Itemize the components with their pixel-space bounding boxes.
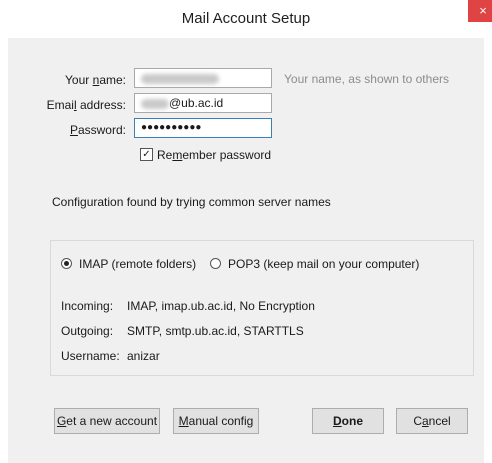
done-button[interactable]: Done bbox=[312, 408, 384, 434]
password-label: Password: bbox=[6, 123, 126, 137]
password-field[interactable]: ●●●●●●●●●● bbox=[134, 118, 272, 138]
remember-label-text: Re bbox=[157, 148, 173, 162]
get-new-account-accesskey: G bbox=[56, 414, 67, 428]
imap-radio-label[interactable]: IMAP (remote folders) bbox=[79, 257, 196, 271]
close-button[interactable]: × bbox=[468, 0, 492, 22]
done-accesskey: D bbox=[332, 414, 342, 428]
pop3-radio-label[interactable]: POP3 (keep mail on your computer) bbox=[228, 257, 419, 271]
redacted-name bbox=[141, 73, 219, 84]
password-label-text: assword: bbox=[77, 123, 126, 137]
cancel-label: C bbox=[413, 414, 422, 428]
incoming-value: IMAP, imap.ub.ac.id, No Encryption bbox=[127, 299, 315, 313]
email-field[interactable]: @ub.ac.id bbox=[134, 93, 272, 113]
outgoing-value: SMTP, smtp.ub.ac.id, STARTTLS bbox=[127, 324, 304, 338]
name-hint: Your name, as shown to others bbox=[284, 72, 449, 86]
name-label-text-rest: ame: bbox=[99, 73, 126, 87]
email-label: Email address: bbox=[6, 98, 126, 112]
manual-config-accesskey: M bbox=[178, 414, 189, 428]
window-border-right bbox=[484, 38, 492, 463]
name-label: Your name: bbox=[6, 73, 126, 87]
redacted-email-user bbox=[141, 98, 169, 109]
remember-password-label[interactable]: Remember password bbox=[157, 148, 271, 162]
password-label-accesskey: P bbox=[69, 123, 78, 137]
outgoing-label: Outgoing: bbox=[61, 324, 114, 338]
email-label-text-rest: address: bbox=[76, 98, 126, 112]
incoming-label: Incoming: bbox=[61, 299, 114, 313]
window-title: Mail Account Setup bbox=[181, 10, 311, 27]
cancel-accesskey: a bbox=[421, 414, 429, 428]
name-field[interactable] bbox=[134, 68, 272, 88]
email-value: @ub.ac.id bbox=[169, 96, 224, 110]
remember-label-text-rest: ember password bbox=[182, 148, 272, 162]
mail-account-setup-dialog: Mail Account Setup × Your name: Your nam… bbox=[0, 0, 492, 463]
configuration-status-message: Configuration found by trying common ser… bbox=[52, 195, 331, 209]
title-bar: Mail Account Setup × bbox=[0, 0, 492, 38]
get-new-account-button[interactable]: Get a new account bbox=[54, 408, 160, 434]
manual-config-button[interactable]: Manual config bbox=[173, 408, 259, 434]
name-label-text: Your bbox=[65, 73, 93, 87]
username-label: Username: bbox=[61, 349, 120, 363]
imap-radio[interactable] bbox=[61, 258, 72, 269]
remember-password-checkbox[interactable]: ✓ bbox=[140, 148, 153, 161]
cancel-button[interactable]: Cancel bbox=[396, 408, 468, 434]
username-value: anizar bbox=[127, 349, 160, 363]
manual-config-label: anual config bbox=[188, 414, 254, 428]
email-label-text: Emai bbox=[46, 98, 74, 112]
pop3-radio[interactable] bbox=[210, 258, 221, 269]
remember-label-accesskey: m bbox=[172, 148, 183, 162]
cancel-label-rest: ncel bbox=[428, 414, 451, 428]
get-new-account-label: et a new account bbox=[66, 414, 158, 428]
done-label: one bbox=[341, 414, 363, 428]
